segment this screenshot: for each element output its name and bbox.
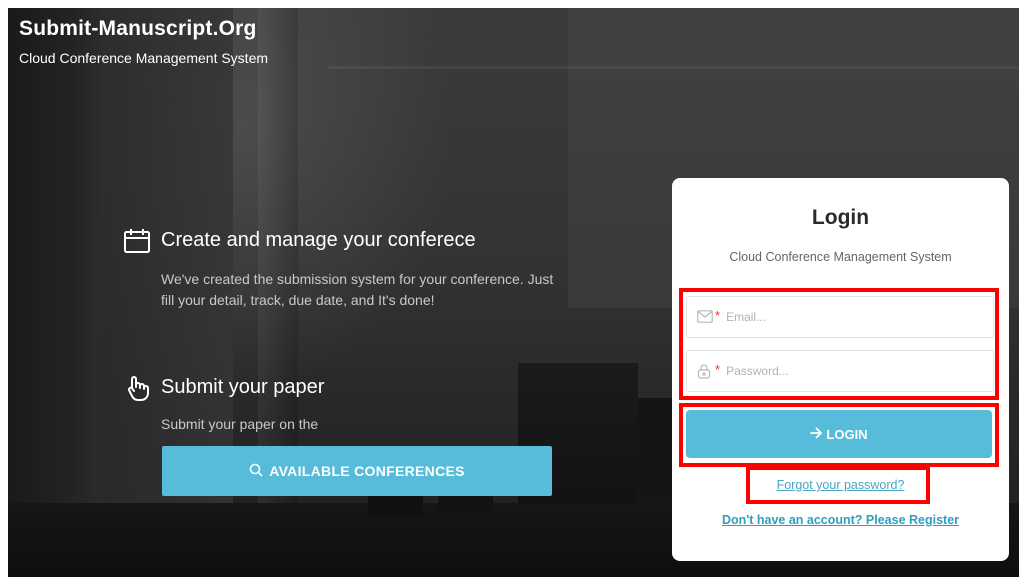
brand-subtitle: Cloud Conference Management System (19, 50, 269, 66)
calendar-icon (123, 227, 151, 255)
feature-title: Create and manage your conferece (161, 229, 476, 251)
register-link[interactable]: Don't have an account? Please Register (672, 513, 1009, 527)
hero-background: Submit-Manuscript.Org Cloud Conference M… (8, 8, 1019, 577)
search-icon (249, 463, 263, 480)
available-conferences-label: AVAILABLE CONFERENCES (269, 463, 465, 479)
login-subtitle: Cloud Conference Management System (729, 250, 952, 264)
available-conferences-button[interactable]: AVAILABLE CONFERENCES (162, 446, 552, 496)
highlight-box-credentials (679, 288, 999, 400)
feature-description: Submit your paper on the (161, 416, 319, 432)
highlight-box-forgot-link (746, 466, 930, 504)
feature-submit-paper: Submit your paper Submit your paper on t… (123, 372, 563, 432)
login-title: Login (811, 206, 870, 229)
feature-description: We've created the submission system for … (161, 271, 554, 308)
background-pillar (8, 8, 103, 577)
highlight-box-login-button (679, 403, 999, 467)
brand-title: Submit-Manuscript.Org (19, 17, 257, 40)
login-card: Login Cloud Conference Management System… (672, 178, 1009, 561)
background-ceiling-line (328, 66, 1019, 69)
feature-title: Submit your paper (161, 376, 325, 398)
hand-pointer-icon (123, 374, 151, 402)
feature-create-conference: Create and manage your conferece We've c… (123, 225, 563, 345)
